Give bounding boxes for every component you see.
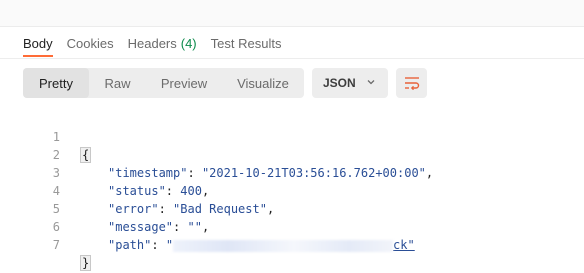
tabs-divider [0,58,584,59]
view-mode-visualize-button[interactable]: Visualize [222,68,304,98]
code-line: 1 { [0,110,584,163]
tab-headers-label: Headers [127,36,177,51]
format-select[interactable]: JSON [312,68,388,98]
code-line: 5 "message": "", [0,182,584,234]
wrap-lines-icon [404,77,419,90]
headers-count-badge: (4) [180,36,197,51]
tab-cookies-label: Cookies [66,36,114,51]
response-tabs: Body Cookies Headers (4) Test Results [23,36,295,57]
view-mode-preview-button[interactable]: Preview [146,68,222,98]
chevron-down-icon [367,80,375,85]
wrap-lines-button[interactable] [396,68,427,98]
json-key: "path" [108,238,152,252]
code-line: 6 "path": " ck" [0,200,584,252]
view-mode-raw-button[interactable]: Raw [89,68,146,98]
response-body-editor[interactable]: 1 { 2 "timestamp": "2021-10-21T03:56:16.… [0,110,584,271]
json-value-open-quote: " [165,238,174,252]
tab-cookies[interactable]: Cookies [67,36,114,56]
code-line: 7 } [0,218,584,271]
code-line: 4 "error": "Bad Request", [0,164,584,216]
code-line: 2 "timestamp": "2021-10-21T03:56:16.762+… [0,128,584,180]
view-mode-pretty-button[interactable]: Pretty [23,68,89,98]
json-link-tail[interactable]: ck" [393,238,415,252]
code-line: 3 "status": 400, [0,146,584,198]
line-number: 7 [52,238,60,252]
top-panel-strip [0,0,584,27]
tab-test-results[interactable]: Test Results [211,36,282,56]
tab-headers[interactable]: Headers (4) [128,36,197,56]
tab-body[interactable]: Body [23,36,53,57]
tab-test-results-label: Test Results [210,36,282,51]
close-brace: } [80,255,92,271]
view-mode-switcher: Pretty Raw Preview Visualize [23,68,304,98]
format-select-value: JSON [323,76,356,90]
redacted-path-link[interactable] [173,239,394,252]
tab-body-label: Body [23,36,53,51]
